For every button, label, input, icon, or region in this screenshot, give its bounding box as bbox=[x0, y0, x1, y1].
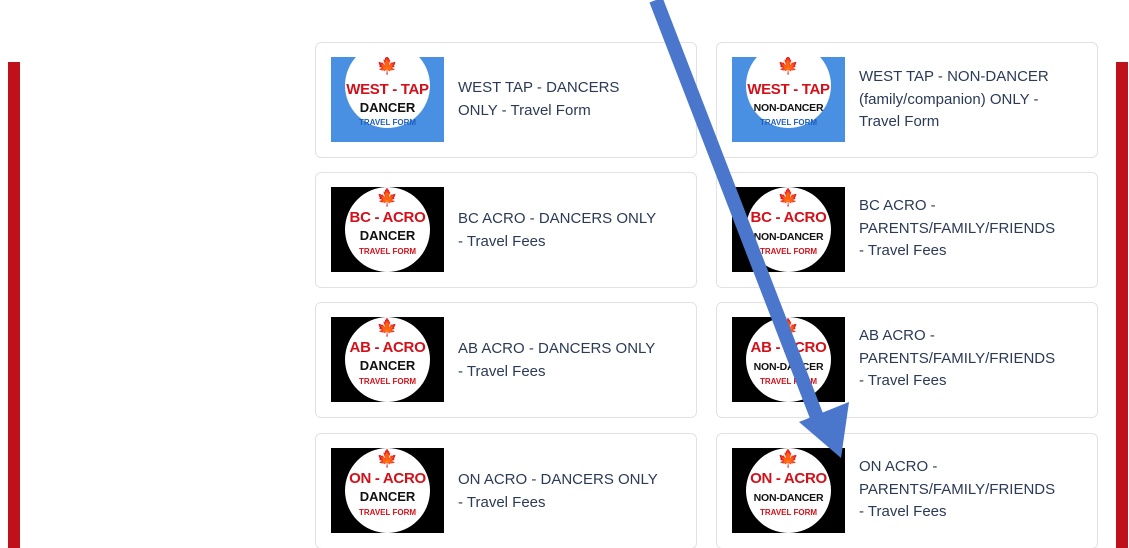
product-card-ab-acro-dancer[interactable]: 🍁 AB - ACRO DANCER TRAVEL FORM AB ACRO -… bbox=[315, 302, 697, 418]
thumb-tag: TRAVEL FORM bbox=[759, 508, 818, 517]
product-card-on-acro-dancer[interactable]: 🍁 ON - ACRO DANCER TRAVEL FORM ON ACRO -… bbox=[315, 433, 697, 548]
product-card-west-tap-non-dancer[interactable]: 🍁 WEST - TAP NON-DANCER TRAVEL FORM WEST… bbox=[716, 42, 1098, 158]
product-title-link[interactable]: AB ACRO - PARENTS/FAMILY/FRIENDS - Trave… bbox=[859, 325, 1064, 393]
product-thumbnail[interactable]: 🍁 AB - ACRO DANCER TRAVEL FORM bbox=[331, 317, 444, 402]
thumb-subtitle: NON-DANCER bbox=[753, 492, 824, 504]
maple-leaf-icon: 🍁 bbox=[777, 318, 800, 337]
thumb-title: BC - ACRO bbox=[750, 209, 827, 226]
maple-leaf-icon: 🍁 bbox=[777, 449, 800, 468]
thumb-title: WEST - TAP bbox=[747, 81, 830, 98]
maple-leaf-icon: 🍁 bbox=[376, 318, 399, 337]
thumb-tag: TRAVEL FORM bbox=[358, 508, 417, 517]
thumb-title: ON - ACRO bbox=[750, 470, 827, 487]
product-thumbnail[interactable]: 🍁 ON - ACRO NON-DANCER TRAVEL FORM bbox=[732, 448, 845, 533]
thumb-tag: TRAVEL FORM bbox=[358, 247, 417, 256]
right-red-border bbox=[1116, 62, 1128, 548]
page: 🍁 WEST - TAP DANCER TRAVEL FORM WEST TAP… bbox=[0, 0, 1129, 548]
product-thumbnail[interactable]: 🍁 ON - ACRO DANCER TRAVEL FORM bbox=[331, 448, 444, 533]
product-title-link[interactable]: ON ACRO - DANCERS ONLY - Travel Fees bbox=[458, 469, 663, 514]
product-thumbnail[interactable]: 🍁 BC - ACRO NON-DANCER TRAVEL FORM bbox=[732, 187, 845, 272]
product-title-link[interactable]: BC ACRO - PARENTS/FAMILY/FRIENDS - Trave… bbox=[859, 195, 1064, 263]
maple-leaf-icon: 🍁 bbox=[376, 188, 399, 207]
product-card-bc-acro-non-dancer[interactable]: 🍁 BC - ACRO NON-DANCER TRAVEL FORM BC AC… bbox=[716, 172, 1098, 288]
thumb-subtitle: DANCER bbox=[359, 489, 416, 504]
product-title-link[interactable]: BC ACRO - DANCERS ONLY - Travel Fees bbox=[458, 208, 663, 253]
thumb-title: AB - ACRO bbox=[349, 339, 426, 356]
left-red-border bbox=[8, 62, 20, 548]
product-card-bc-acro-dancer[interactable]: 🍁 BC - ACRO DANCER TRAVEL FORM BC ACRO -… bbox=[315, 172, 697, 288]
thumb-tag: TRAVEL FORM bbox=[759, 247, 818, 256]
thumb-title: WEST - TAP bbox=[346, 81, 429, 98]
product-thumbnail[interactable]: 🍁 BC - ACRO DANCER TRAVEL FORM bbox=[331, 187, 444, 272]
thumb-subtitle: NON-DANCER bbox=[753, 231, 824, 243]
maple-leaf-icon: 🍁 bbox=[777, 57, 800, 75]
product-title-link[interactable]: AB ACRO - DANCERS ONLY - Travel Fees bbox=[458, 338, 663, 383]
thumb-subtitle: NON-DANCER bbox=[753, 361, 824, 373]
product-thumbnail[interactable]: 🍁 AB - ACRO NON-DANCER TRAVEL FORM bbox=[732, 317, 845, 402]
product-card-west-tap-dancer[interactable]: 🍁 WEST - TAP DANCER TRAVEL FORM WEST TAP… bbox=[315, 42, 697, 158]
maple-leaf-icon: 🍁 bbox=[777, 188, 800, 207]
product-card-on-acro-non-dancer[interactable]: 🍁 ON - ACRO NON-DANCER TRAVEL FORM ON AC… bbox=[716, 433, 1098, 548]
thumb-subtitle: DANCER bbox=[359, 100, 416, 115]
thumb-title: AB - ACRO bbox=[750, 339, 827, 356]
product-thumbnail[interactable]: 🍁 WEST - TAP NON-DANCER TRAVEL FORM bbox=[732, 57, 845, 142]
maple-leaf-icon: 🍁 bbox=[376, 449, 399, 468]
thumb-tag: TRAVEL FORM bbox=[759, 118, 818, 127]
product-title-link[interactable]: WEST TAP - NON-DANCER (family/companion)… bbox=[859, 66, 1064, 134]
thumb-subtitle: NON-DANCER bbox=[753, 102, 824, 114]
thumb-tag: TRAVEL FORM bbox=[759, 377, 818, 386]
product-card-ab-acro-non-dancer[interactable]: 🍁 AB - ACRO NON-DANCER TRAVEL FORM AB AC… bbox=[716, 302, 1098, 418]
thumb-subtitle: DANCER bbox=[359, 228, 416, 243]
thumb-title: ON - ACRO bbox=[349, 470, 426, 487]
maple-leaf-icon: 🍁 bbox=[376, 57, 399, 75]
product-title-link[interactable]: ON ACRO - PARENTS/FAMILY/FRIENDS - Trave… bbox=[859, 456, 1064, 524]
thumb-tag: TRAVEL FORM bbox=[358, 118, 417, 127]
thumb-subtitle: DANCER bbox=[359, 358, 416, 373]
product-title-link[interactable]: WEST TAP - DANCERS ONLY - Travel Form bbox=[458, 77, 663, 122]
thumb-title: BC - ACRO bbox=[349, 209, 426, 226]
thumb-tag: TRAVEL FORM bbox=[358, 377, 417, 386]
product-thumbnail[interactable]: 🍁 WEST - TAP DANCER TRAVEL FORM bbox=[331, 57, 444, 142]
